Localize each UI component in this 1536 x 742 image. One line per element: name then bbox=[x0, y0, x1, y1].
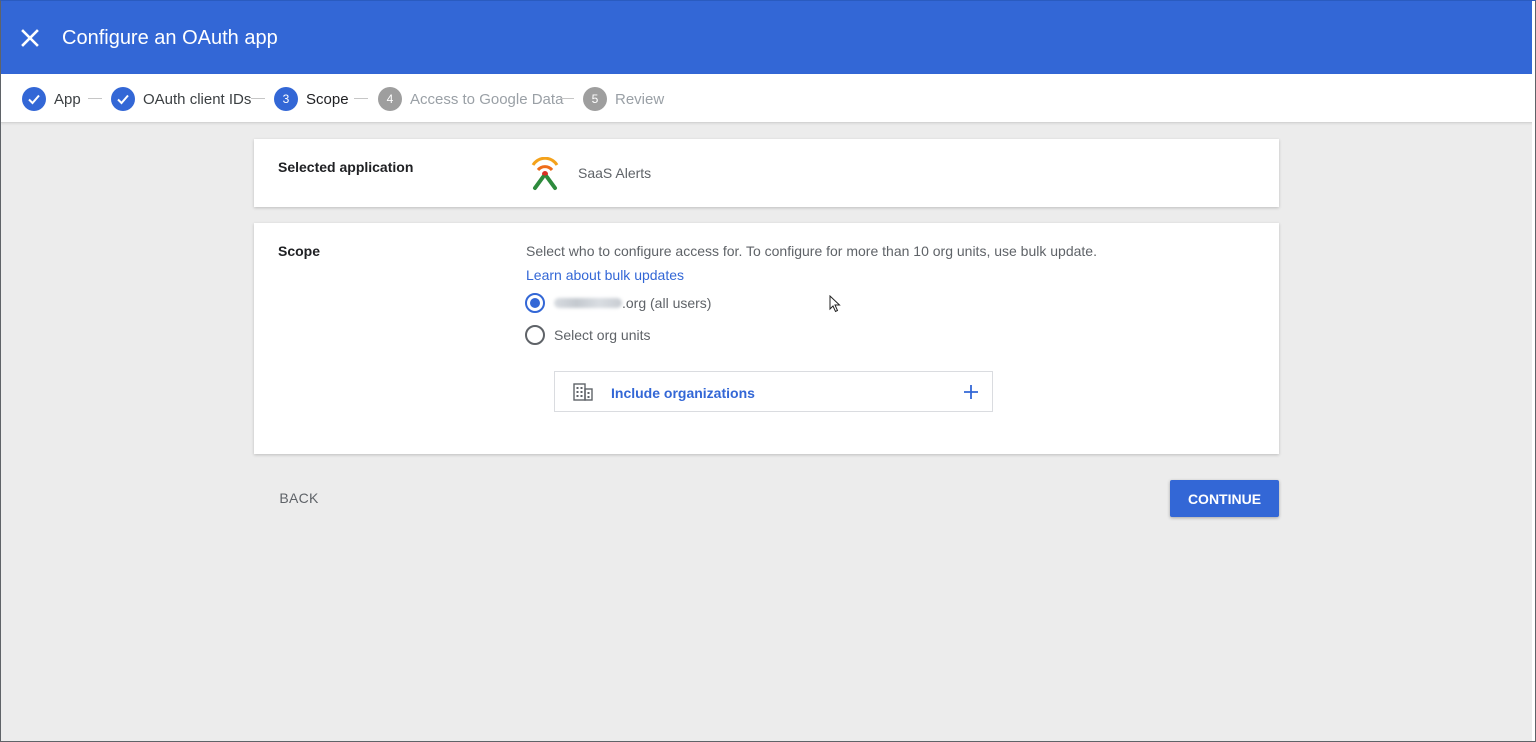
radio-label-suffix: .org (all users) bbox=[622, 295, 712, 311]
step-number: 5 bbox=[583, 87, 607, 111]
saas-alerts-logo bbox=[531, 157, 559, 190]
step-label: OAuth client IDs bbox=[143, 90, 252, 108]
include-organizations-button[interactable]: Include organizations bbox=[554, 371, 993, 412]
stepper: App OAuth client IDs 3 Scope 4 Access to… bbox=[1, 74, 1535, 123]
step-number: 4 bbox=[378, 87, 402, 111]
app-name: SaaS Alerts bbox=[578, 165, 652, 181]
step-oauth-client-ids[interactable]: OAuth client IDs bbox=[111, 87, 251, 111]
step-label: Review bbox=[615, 90, 665, 108]
step-review[interactable]: 5 Review bbox=[583, 87, 664, 111]
step-connector bbox=[88, 98, 102, 99]
step-label: Scope bbox=[306, 90, 349, 108]
redacted-domain bbox=[554, 298, 622, 308]
radio-button[interactable] bbox=[525, 325, 545, 345]
header-bar: Configure an OAuth app bbox=[1, 1, 1535, 74]
mouse-cursor-icon bbox=[829, 295, 841, 313]
building-icon bbox=[573, 383, 593, 401]
scope-card: Scope Select who to configure access for… bbox=[254, 223, 1279, 454]
radio-all-users[interactable]: .org (all users) bbox=[525, 293, 711, 313]
selected-application-card: Selected application SaaS Alerts bbox=[254, 139, 1279, 207]
check-icon bbox=[111, 87, 135, 111]
step-number: 3 bbox=[274, 87, 298, 111]
step-label: Access to Google Data bbox=[410, 90, 564, 108]
selected-application-label: Selected application bbox=[278, 159, 414, 175]
oauth-config-window: Configure an OAuth app App OAuth client … bbox=[0, 0, 1536, 742]
radio-select-org-units[interactable]: Select org units bbox=[525, 325, 651, 345]
close-icon[interactable] bbox=[18, 26, 42, 50]
continue-button[interactable]: CONTINUE bbox=[1170, 480, 1279, 517]
back-button[interactable]: BACK bbox=[265, 481, 333, 515]
radio-label: Select org units bbox=[554, 327, 651, 343]
plus-icon[interactable] bbox=[962, 383, 980, 401]
scope-label: Scope bbox=[278, 243, 321, 259]
radio-button-checked[interactable] bbox=[525, 293, 545, 313]
step-connector bbox=[354, 98, 368, 99]
step-app[interactable]: App bbox=[22, 87, 81, 111]
window-edge bbox=[1532, 1, 1535, 741]
check-icon bbox=[22, 87, 46, 111]
step-label: App bbox=[54, 90, 81, 108]
learn-bulk-updates-link[interactable]: Learn about bulk updates bbox=[526, 267, 684, 283]
scope-description: Select who to configure access for. To c… bbox=[526, 243, 1097, 259]
page-title: Configure an OAuth app bbox=[62, 27, 278, 49]
step-scope[interactable]: 3 Scope bbox=[274, 87, 349, 111]
step-connector bbox=[560, 98, 574, 99]
radio-label: .org (all users) bbox=[554, 295, 711, 311]
step-connector bbox=[251, 98, 265, 99]
include-organizations-label: Include organizations bbox=[611, 385, 755, 401]
step-access-google-data[interactable]: 4 Access to Google Data bbox=[378, 87, 563, 111]
